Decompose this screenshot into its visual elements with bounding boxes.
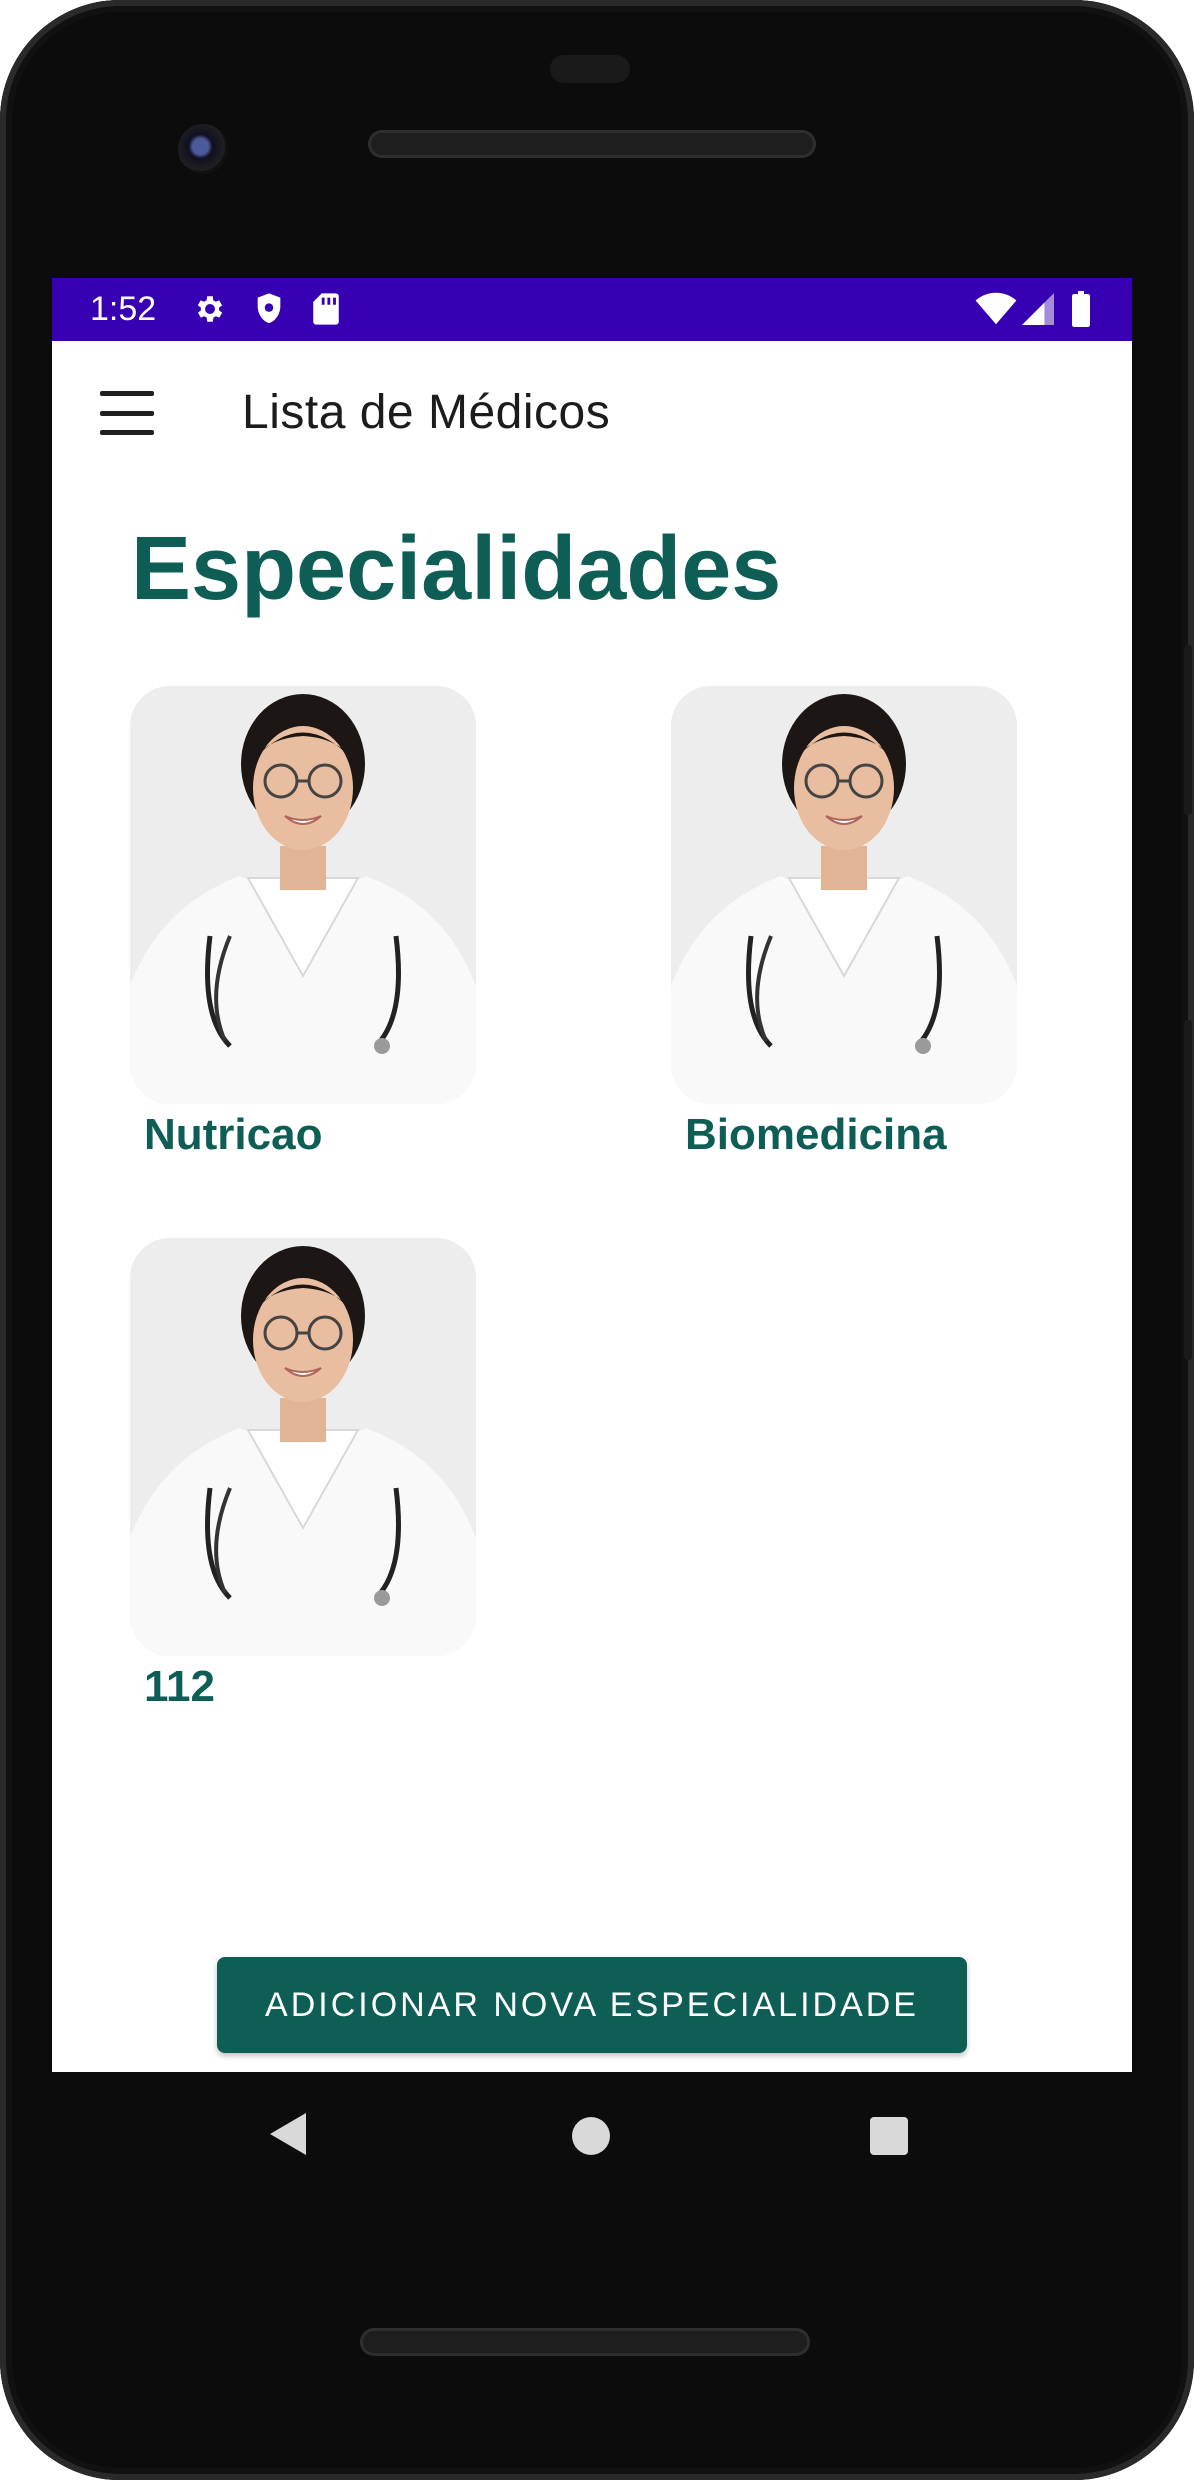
app-title: Lista de Médicos: [242, 386, 611, 439]
specialty-card[interactable]: 112: [130, 1238, 476, 1711]
signal-icon: [1020, 290, 1056, 328]
status-time: 1:52: [90, 290, 157, 328]
app-bar: Lista de Médicos: [52, 341, 1132, 491]
add-specialty-button[interactable]: ADICIONAR NOVA ESPECIALIDADE: [217, 1957, 967, 2053]
specialty-label: Nutricao: [144, 1110, 323, 1159]
settings-icon: [191, 290, 229, 328]
home-icon[interactable]: [572, 2117, 610, 2155]
phone-frame: 1:52 Lista de Médicos Especialidades Nut…: [0, 0, 1194, 2480]
back-icon[interactable]: [268, 2111, 308, 2162]
battery-icon: [1068, 290, 1094, 328]
recents-icon[interactable]: [870, 2117, 908, 2155]
specialty-label: 112: [144, 1662, 215, 1711]
earpiece-slot: [550, 55, 630, 83]
top-speaker-grille: [368, 130, 816, 158]
specialty-label: Biomedicina: [685, 1110, 947, 1159]
hamburger-menu-icon[interactable]: [100, 391, 154, 435]
doctor-photo: [671, 686, 1017, 1104]
page-heading: Especialidades: [131, 519, 782, 619]
wifi-icon: [974, 290, 1018, 328]
specialty-card[interactable]: Nutricao: [130, 686, 476, 1159]
sd-card-icon: [308, 290, 344, 328]
power-button: [1184, 645, 1192, 815]
volume-rocker: [1184, 1020, 1192, 1360]
front-camera: [178, 124, 228, 174]
status-bar: 1:52: [52, 278, 1132, 341]
shield-icon: [250, 290, 288, 328]
specialty-card[interactable]: Biomedicina: [671, 686, 1017, 1159]
doctor-photo: [130, 686, 476, 1104]
device-screen: 1:52 Lista de Médicos Especialidades Nut…: [52, 278, 1132, 2072]
doctor-photo: [130, 1238, 476, 1656]
bottom-speaker-grille: [360, 2328, 810, 2356]
